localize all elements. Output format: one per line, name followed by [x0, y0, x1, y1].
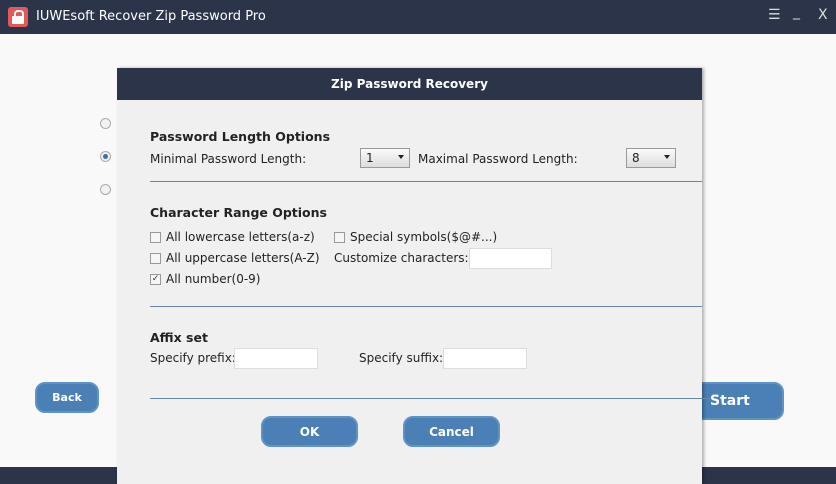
max-length-label: Maximal Password Length: — [418, 152, 578, 166]
title-bar: IUWEsoft Recover Zip Password Pro ☰ _ X — [0, 0, 836, 34]
start-button[interactable]: Start — [690, 382, 784, 420]
uppercase-label: All uppercase letters(A-Z) — [166, 251, 320, 265]
password-length-heading: Password Length Options — [150, 129, 331, 144]
lowercase-checkbox[interactable] — [150, 232, 161, 243]
back-button[interactable]: Back — [35, 382, 99, 413]
customize-characters-input[interactable] — [469, 248, 552, 269]
numbers-label: All number(0-9) — [166, 272, 261, 286]
ok-button[interactable]: OK — [261, 416, 358, 447]
mode-radio-1[interactable] — [100, 118, 111, 129]
max-length-value: 8 — [632, 151, 640, 165]
prefix-input[interactable] — [234, 348, 318, 369]
min-length-select[interactable]: 1 — [360, 148, 410, 168]
customize-characters-label: Customize characters: — [334, 251, 469, 265]
divider — [150, 398, 710, 399]
chevron-down-icon — [398, 155, 404, 159]
prefix-label: Specify prefix: — [150, 351, 236, 365]
divider — [150, 181, 702, 182]
special-symbols-label: Special symbols($@#...) — [350, 230, 498, 244]
suffix-input[interactable] — [443, 348, 527, 369]
zip-password-recovery-dialog: Zip Password Recovery Password Length Op… — [117, 68, 710, 484]
mode-radio-3[interactable] — [100, 184, 111, 195]
uppercase-checkbox[interactable] — [150, 253, 161, 264]
minimize-icon[interactable]: _ — [793, 4, 800, 20]
lowercase-label: All lowercase letters(a-z) — [166, 230, 315, 244]
chevron-down-icon — [664, 155, 670, 159]
divider — [150, 306, 702, 307]
cancel-button[interactable]: Cancel — [403, 416, 500, 447]
special-symbols-checkbox[interactable] — [334, 232, 345, 243]
app-lock-icon — [8, 7, 28, 27]
affix-heading: Affix set — [150, 330, 208, 345]
menu-icon[interactable]: ☰ — [768, 7, 781, 23]
dialog-title: Zip Password Recovery — [117, 68, 702, 100]
app-title: IUWEsoft Recover Zip Password Pro — [36, 9, 266, 24]
numbers-checkbox[interactable]: ✓ — [150, 274, 161, 285]
character-range-heading: Character Range Options — [150, 205, 327, 220]
close-icon[interactable]: X — [818, 7, 828, 23]
mode-radio-2[interactable] — [100, 151, 111, 162]
min-length-value: 1 — [366, 151, 374, 165]
max-length-select[interactable]: 8 — [626, 148, 676, 168]
suffix-label: Specify suffix: — [359, 351, 444, 365]
min-length-label: Minimal Password Length: — [150, 152, 307, 166]
